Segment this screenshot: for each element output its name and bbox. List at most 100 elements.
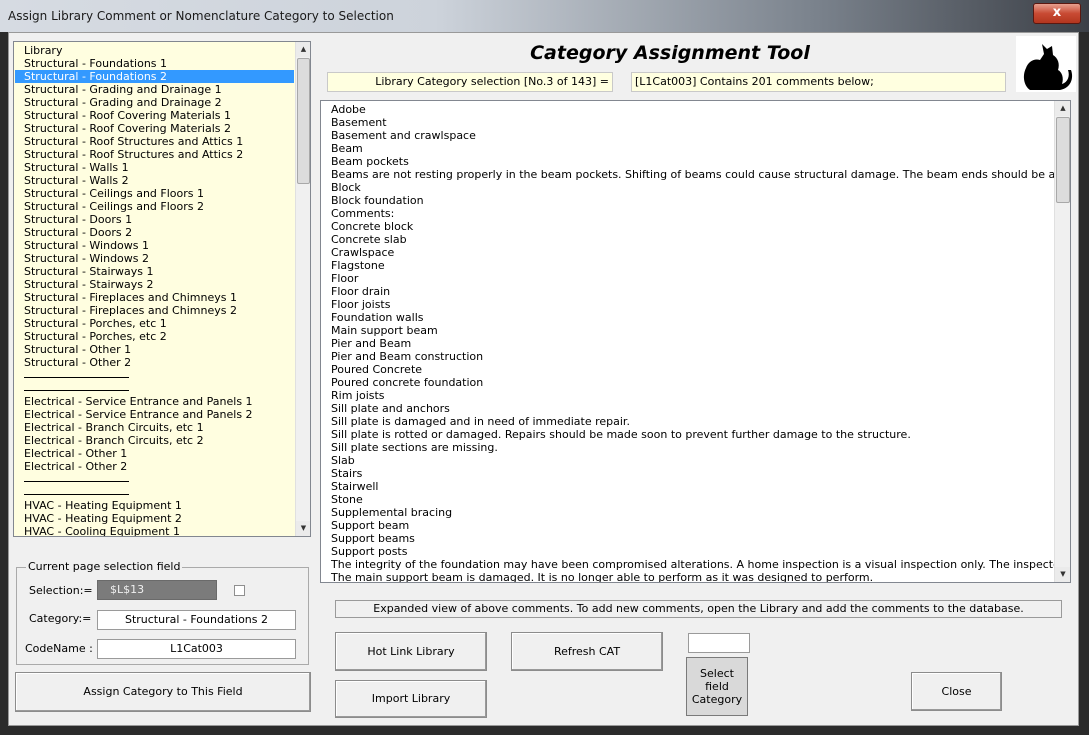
category-label: Category:= — [29, 612, 92, 625]
import-library-button[interactable]: Import Library — [335, 680, 487, 718]
list-item[interactable]: Structural - Grading and Drainage 2 — [15, 96, 294, 109]
comment-item[interactable]: The main support beam is damaged. It is … — [331, 571, 873, 582]
comment-item[interactable]: Beam — [331, 142, 363, 155]
list-item[interactable]: Electrical - Service Entrance and Panels… — [15, 395, 294, 408]
refresh-cat-button[interactable]: Refresh CAT — [511, 632, 663, 671]
scroll-thumb[interactable] — [297, 58, 310, 184]
comment-item[interactable]: Concrete slab — [331, 233, 407, 246]
comment-item[interactable]: Poured Concrete — [331, 363, 422, 376]
list-item[interactable]: Structural - Windows 2 — [15, 252, 294, 265]
list-item[interactable]: Structural - Fireplaces and Chimneys 2 — [15, 304, 294, 317]
comment-item[interactable]: Comments: — [331, 207, 394, 220]
list-item[interactable]: Structural - Foundations 1 — [15, 57, 294, 70]
comment-item[interactable]: Foundation walls — [331, 311, 423, 324]
category-field[interactable]: Structural - Foundations 2 — [97, 610, 296, 630]
comment-item[interactable]: Floor joists — [331, 298, 390, 311]
list-item[interactable]: Structural - Porches, etc 2 — [15, 330, 294, 343]
list-item[interactable]: Structural - Walls 2 — [15, 174, 294, 187]
hot-link-library-button[interactable]: Hot Link Library — [335, 632, 487, 671]
comment-item[interactable]: Sill plate and anchors — [331, 402, 450, 415]
comment-item[interactable]: Sill plate sections are missing. — [331, 441, 498, 454]
list-item[interactable]: Structural - Stairways 2 — [15, 278, 294, 291]
comment-item[interactable]: Beam pockets — [331, 155, 409, 168]
comment-item[interactable]: Sill plate is rotted or damaged. Repairs… — [331, 428, 911, 441]
selection-field[interactable]: $L$13 — [97, 580, 217, 600]
library-category-list[interactable]: Library Structural - Foundations 1 Structu… — [13, 41, 311, 537]
comment-item[interactable]: Rim joists — [331, 389, 385, 402]
comments-scrollbar[interactable]: ▲ ▼ — [1054, 101, 1070, 582]
comment-item[interactable]: Basement and crawlspace — [331, 129, 476, 142]
list-item[interactable]: Structural - Fireplaces and Chimneys 1 — [15, 291, 294, 304]
comment-item[interactable]: The integrity of the foundation may have… — [331, 558, 1070, 571]
assign-category-button[interactable]: Assign Category to This Field — [15, 672, 311, 712]
scroll-down-icon[interactable]: ▼ — [296, 521, 310, 536]
codename-field[interactable]: L1Cat003 — [97, 639, 296, 659]
close-button[interactable]: Close — [911, 672, 1002, 711]
comment-item[interactable]: Support beam — [331, 519, 409, 532]
comment-item[interactable]: Stairs — [331, 467, 362, 480]
scroll-thumb[interactable] — [1056, 117, 1070, 203]
library-list-scrollbar[interactable]: ▲ ▼ — [295, 42, 310, 536]
comment-item[interactable]: Floor — [331, 272, 358, 285]
list-item[interactable]: Electrical - Other 1 — [15, 447, 294, 460]
comment-item[interactable]: Basement — [331, 116, 387, 129]
library-separator[interactable] — [24, 486, 129, 495]
list-item[interactable]: Electrical - Branch Circuits, etc 1 — [15, 421, 294, 434]
comment-item[interactable]: Crawlspace — [331, 246, 394, 259]
comment-item[interactable]: Main support beam — [331, 324, 438, 337]
list-item[interactable]: Structural - Doors 1 — [15, 213, 294, 226]
list-item[interactable]: Electrical - Branch Circuits, etc 2 — [15, 434, 294, 447]
comment-item[interactable]: Floor drain — [331, 285, 390, 298]
comment-item[interactable]: Beams are not resting properly in the be… — [331, 168, 1070, 181]
comment-item[interactable]: Poured concrete foundation — [331, 376, 483, 389]
selection-checkbox[interactable] — [234, 585, 245, 596]
comment-item[interactable]: Pier and Beam — [331, 337, 411, 350]
list-item[interactable]: Structural - Porches, etc 1 — [15, 317, 294, 330]
comment-item[interactable]: Block — [331, 181, 361, 194]
scroll-up-icon[interactable]: ▲ — [1055, 101, 1070, 116]
list-item[interactable]: Structural - Other 1 — [15, 343, 294, 356]
comment-item[interactable]: Flagstone — [331, 259, 385, 272]
library-separator[interactable] — [24, 473, 129, 482]
list-item[interactable]: Library — [15, 44, 294, 57]
list-item[interactable]: Structural - Other 2 — [15, 356, 294, 369]
window-close-button[interactable]: x — [1033, 3, 1081, 24]
comment-item[interactable]: Sill plate is damaged and in need of imm… — [331, 415, 630, 428]
library-separator[interactable] — [24, 369, 129, 378]
list-item[interactable]: Structural - Windows 1 — [15, 239, 294, 252]
list-item[interactable]: Structural - Roof Covering Materials 2 — [15, 122, 294, 135]
comment-item[interactable]: Support beams — [331, 532, 415, 545]
list-item[interactable]: Structural - Roof Covering Materials 1 — [15, 109, 294, 122]
cat-logo-icon — [1016, 36, 1076, 92]
comment-item[interactable]: Supplemental bracing — [331, 506, 452, 519]
list-item[interactable]: Structural - Ceilings and Floors 1 — [15, 187, 294, 200]
list-item[interactable]: Structural - Roof Structures and Attics … — [15, 148, 294, 161]
comments-list[interactable]: Adobe Basement Basement and crawlspace Beam… — [320, 100, 1071, 583]
library-separator[interactable] — [24, 382, 129, 391]
scroll-down-icon[interactable]: ▼ — [1055, 567, 1070, 582]
comment-item[interactable]: Stone — [331, 493, 363, 506]
select-field-category-button[interactable]: Select field Category — [686, 657, 748, 716]
comment-item[interactable]: Pier and Beam construction — [331, 350, 483, 363]
list-item[interactable]: HVAC - Heating Equipment 1 — [15, 499, 294, 512]
list-item[interactable]: Structural - Stairways 1 — [15, 265, 294, 278]
list-item[interactable]: Structural - Roof Structures and Attics … — [15, 135, 294, 148]
comment-item[interactable]: Concrete block — [331, 220, 413, 233]
list-item[interactable]: Electrical - Service Entrance and Panels… — [15, 408, 294, 421]
scroll-up-icon[interactable]: ▲ — [296, 42, 310, 57]
list-item[interactable]: HVAC - Cooling Equipment 1 — [15, 525, 294, 536]
comment-item[interactable]: Slab — [331, 454, 355, 467]
comment-item[interactable]: Adobe — [331, 103, 366, 116]
list-item[interactable]: Structural - Walls 1 — [15, 161, 294, 174]
comment-item[interactable]: Support posts — [331, 545, 407, 558]
list-item[interactable]: Structural - Doors 2 — [15, 226, 294, 239]
page-title: Category Assignment Tool — [530, 42, 810, 64]
library-item-selected[interactable]: Structural - Foundations 2 — [15, 70, 294, 83]
list-item[interactable]: Structural - Grading and Drainage 1 — [15, 83, 294, 96]
comment-item[interactable]: Stairwell — [331, 480, 379, 493]
list-item[interactable]: HVAC - Heating Equipment 2 — [15, 512, 294, 525]
comment-item[interactable]: Block foundation — [331, 194, 424, 207]
list-item[interactable]: Structural - Ceilings and Floors 2 — [15, 200, 294, 213]
small-code-input[interactable] — [688, 633, 750, 653]
list-item[interactable]: Electrical - Other 2 — [15, 460, 294, 473]
